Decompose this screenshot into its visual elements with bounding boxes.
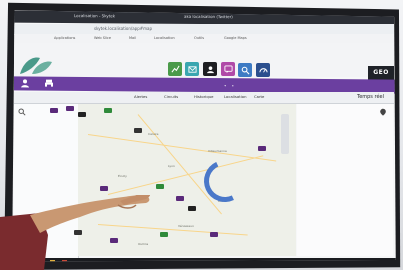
map-zoom-control[interactable] (281, 114, 289, 154)
vehicle-marker[interactable] (160, 232, 168, 237)
home-icon[interactable] (20, 78, 30, 88)
map-label: Villeurbanne (208, 149, 227, 153)
leaf-logo-icon (20, 57, 52, 74)
vehicle-marker[interactable] (66, 106, 74, 111)
vehicle-marker[interactable] (210, 232, 218, 237)
user-icon[interactable] (203, 62, 217, 76)
pointing-arm (0, 195, 150, 270)
right-panel (297, 104, 393, 256)
print-icon[interactable] (44, 79, 54, 89)
tab-localisation[interactable]: Localisation (224, 94, 246, 99)
content-tab-strip: Carte Localisation Historique Circuits A… (14, 92, 394, 104)
vehicle-marker[interactable] (104, 108, 112, 113)
zoom-icon[interactable] (18, 108, 26, 116)
tab-carte[interactable]: Carte (254, 94, 264, 99)
vehicle-marker[interactable] (258, 146, 266, 151)
app-logo: GEO (368, 66, 394, 80)
address-text[interactable]: skytek.localisation/app#map (94, 26, 152, 31)
mail-icon[interactable] (185, 62, 199, 76)
map-road (87, 134, 277, 162)
bookmark-mail[interactable]: Mail (129, 36, 136, 40)
browser-tab-2[interactable]: aka localisation (Twitter) (184, 14, 233, 19)
chart-icon[interactable] (168, 62, 182, 76)
panel-title: Temps réel (356, 94, 384, 100)
vehicle-marker[interactable] (156, 184, 164, 189)
tab-alertes[interactable]: Alertes (134, 94, 147, 99)
bookmark-web-slice[interactable]: Web Slice (94, 36, 111, 40)
tab-historique[interactable]: Historique (194, 94, 213, 99)
pin-icon[interactable] (379, 108, 387, 116)
bookmarks-bar: Applications Web Slice Mail Localisation… (14, 34, 394, 43)
page-indicator: • • (224, 83, 236, 89)
vehicle-marker[interactable] (78, 112, 86, 117)
vehicle-marker[interactable] (188, 206, 196, 211)
bookmark-google-maps[interactable]: Google Maps (224, 36, 247, 40)
vehicle-marker[interactable] (176, 196, 184, 201)
browser-tab-1[interactable]: Localisation - Skytek (74, 13, 115, 18)
vehicle-marker[interactable] (100, 186, 108, 191)
tab-circuits[interactable]: Circuits (164, 94, 178, 99)
search-icon[interactable] (238, 63, 252, 77)
vehicle-marker[interactable] (134, 128, 142, 133)
map-label: Lyon (168, 164, 175, 168)
bookmark-localisation[interactable]: Localisation (154, 36, 175, 40)
chat-icon[interactable] (221, 62, 235, 76)
map-label: Caluire (148, 132, 159, 136)
gauge-icon[interactable] (256, 63, 270, 77)
bookmark-outils[interactable]: Outils (194, 36, 204, 40)
map-label: Vénissieux (178, 224, 194, 228)
map-label: Écully (118, 174, 127, 178)
vehicle-marker[interactable] (50, 108, 58, 113)
bookmark-applications[interactable]: Applications (54, 36, 75, 40)
